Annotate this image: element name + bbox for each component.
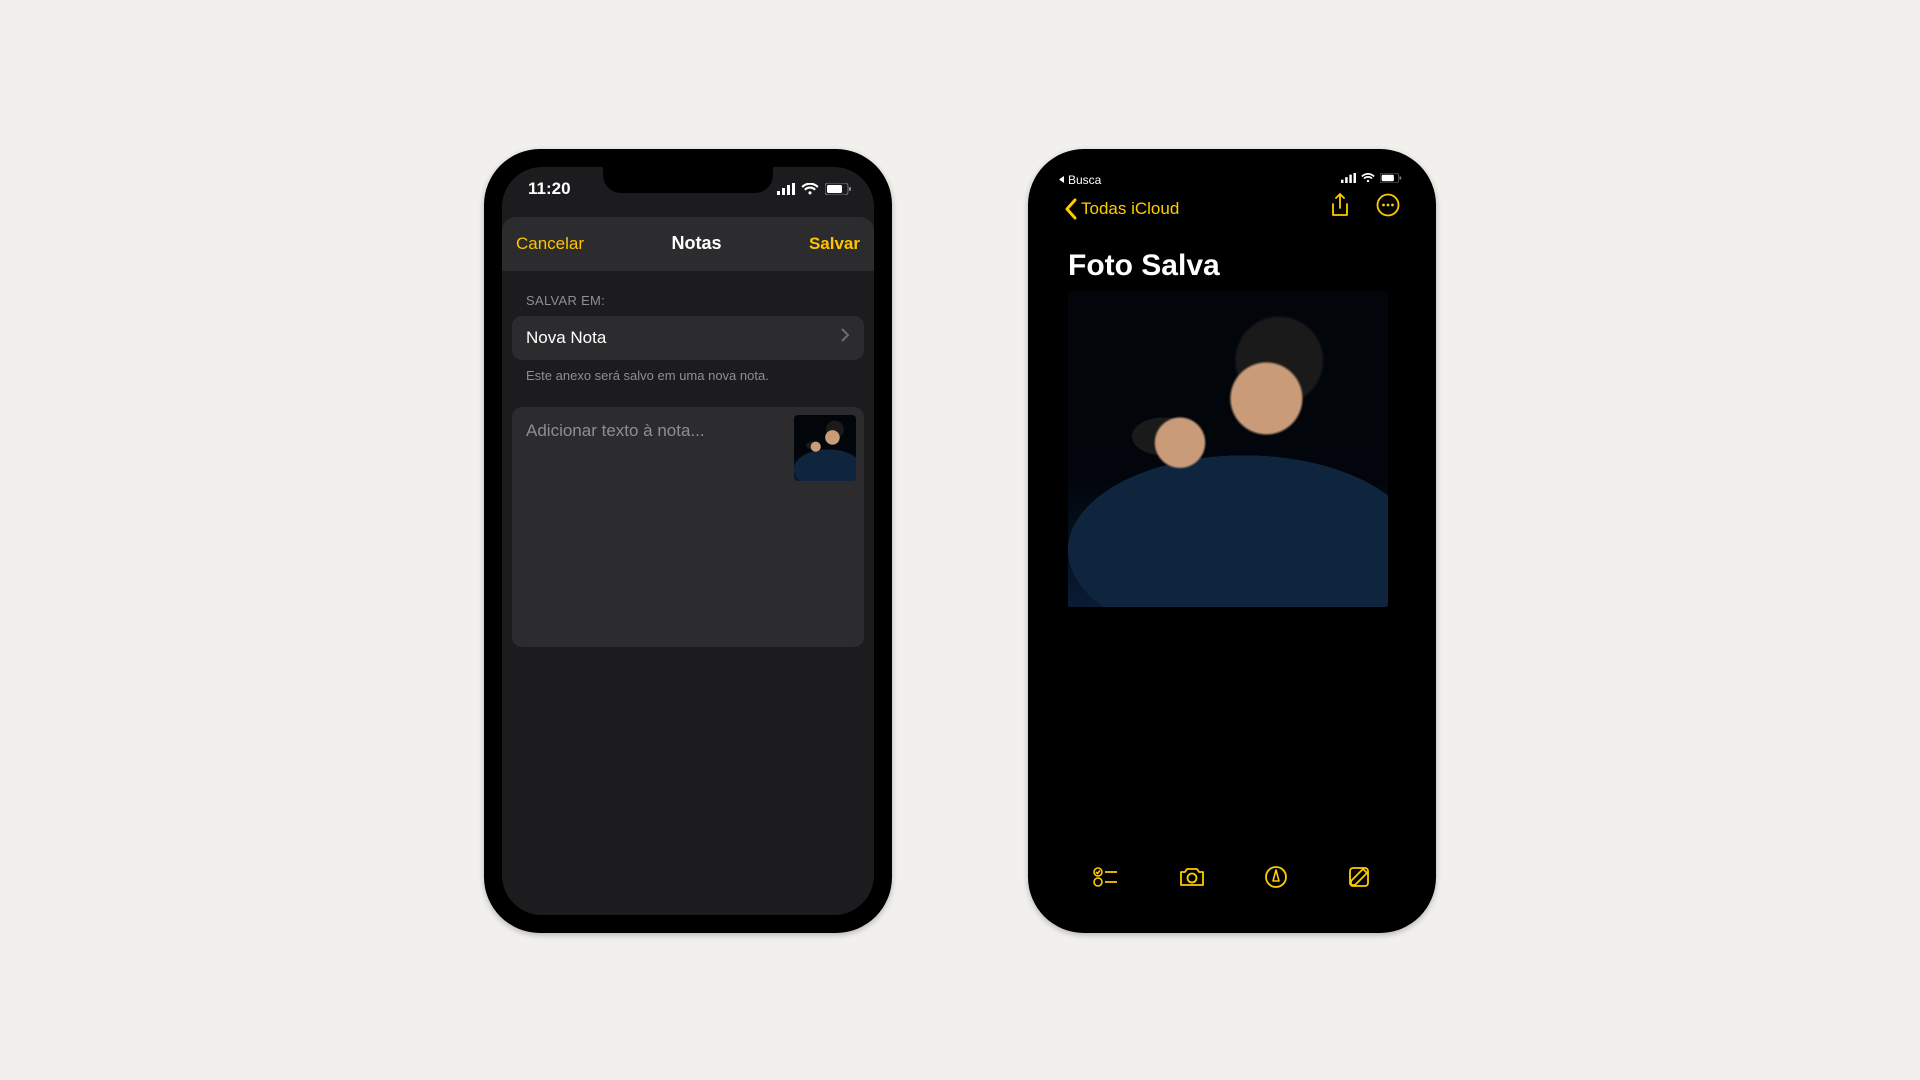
destination-row[interactable]: Nova Nota xyxy=(512,316,864,360)
phone-screen: Busca Todas iCloud xyxy=(1046,167,1418,915)
status-icons xyxy=(1341,173,1402,183)
save-in-label: SALVAR EM: xyxy=(502,271,874,316)
notch xyxy=(1147,167,1317,193)
bottom-toolbar xyxy=(1046,857,1418,903)
ellipsis-circle-icon xyxy=(1376,193,1400,217)
checklist-button[interactable] xyxy=(1093,866,1119,893)
singer-image-icon xyxy=(1068,291,1388,607)
share-icon xyxy=(1330,193,1350,219)
singer-image-icon xyxy=(794,415,856,481)
markup-icon xyxy=(1264,865,1288,889)
attachment-thumbnail[interactable] xyxy=(794,415,856,481)
battery-icon xyxy=(825,183,852,195)
notch xyxy=(603,167,773,193)
breadcrumb-label: Busca xyxy=(1068,173,1101,187)
destination-value: Nova Nota xyxy=(526,328,606,348)
cellular-icon xyxy=(1341,173,1356,183)
nav-bar: Todas iCloud xyxy=(1046,187,1418,231)
save-button[interactable]: Salvar xyxy=(809,234,860,254)
camera-button[interactable] xyxy=(1178,866,1206,893)
camera-icon xyxy=(1178,866,1206,888)
chevron-right-icon xyxy=(840,327,850,348)
note-image[interactable] xyxy=(1068,291,1388,607)
nav-actions xyxy=(1330,193,1400,224)
back-to-app-breadcrumb[interactable]: Busca xyxy=(1058,173,1101,187)
app-background: 11:20 Cancelar Notas Salvar SALVAR EM: xyxy=(502,167,874,915)
status-icons xyxy=(777,183,852,195)
share-sheet: Cancelar Notas Salvar SALVAR EM: Nova No… xyxy=(502,217,874,915)
compose-icon xyxy=(1347,865,1371,889)
back-button[interactable]: Todas iCloud xyxy=(1064,198,1179,220)
phone-frame: 11:20 Cancelar Notas Salvar SALVAR EM: xyxy=(484,149,892,933)
wifi-icon xyxy=(801,183,819,195)
back-label: Todas iCloud xyxy=(1081,199,1179,219)
share-button[interactable] xyxy=(1330,193,1350,224)
wifi-icon xyxy=(1361,173,1375,183)
sheet-title: Notas xyxy=(671,233,721,254)
chevron-left-icon xyxy=(1064,198,1077,220)
phone-screen: 11:20 Cancelar Notas Salvar SALVAR EM: xyxy=(502,167,874,915)
caret-left-icon xyxy=(1058,175,1065,184)
destination-hint: Este anexo será salvo em uma nova nota. xyxy=(502,360,874,383)
note-text-input[interactable]: Adicionar texto à nota... xyxy=(512,407,864,647)
cellular-icon xyxy=(777,183,795,195)
note-title: Foto Salva xyxy=(1046,231,1418,291)
phone-frame: Busca Todas iCloud xyxy=(1028,149,1436,933)
sheet-header: Cancelar Notas Salvar xyxy=(502,217,874,271)
checklist-icon xyxy=(1093,866,1119,888)
battery-icon xyxy=(1380,173,1402,183)
cancel-button[interactable]: Cancelar xyxy=(516,234,584,254)
markup-button[interactable] xyxy=(1264,865,1288,894)
more-button[interactable] xyxy=(1376,193,1400,224)
status-time: 11:20 xyxy=(528,179,571,199)
note-text-placeholder: Adicionar texto à nota... xyxy=(526,421,705,440)
compose-button[interactable] xyxy=(1347,865,1371,894)
